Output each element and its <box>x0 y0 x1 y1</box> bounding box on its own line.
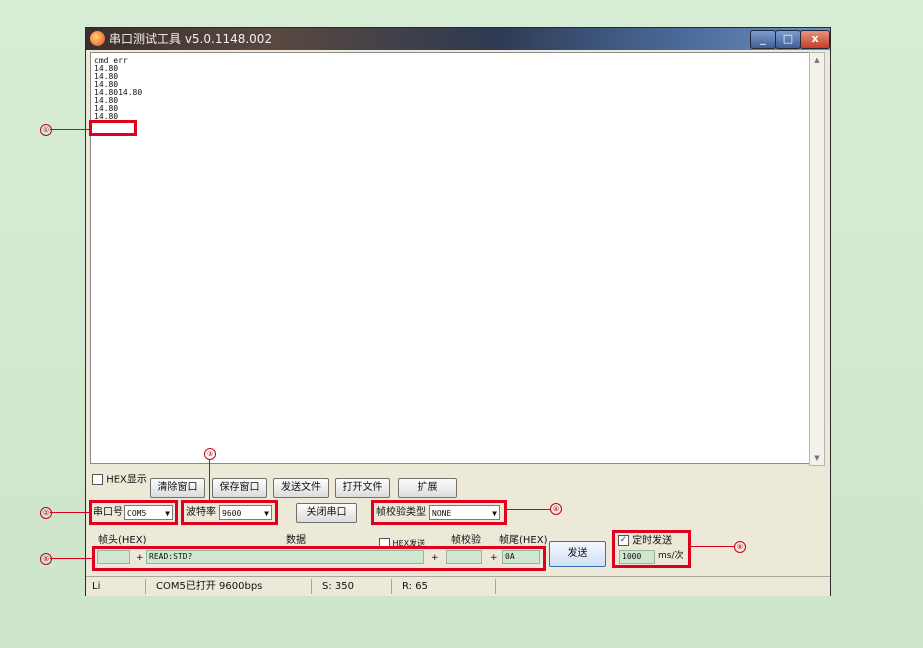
callout-line-6 <box>691 546 734 547</box>
open-file-button[interactable]: 打开文件 <box>335 478 390 498</box>
port-status: COM5已打开 9600bps <box>152 579 312 594</box>
hex-display-toggle[interactable]: HEX显示 <box>92 474 147 487</box>
receive-output-area[interactable]: cmd err 14.80 14.80 14.80 14.8014.80 14.… <box>90 52 811 464</box>
output-scrollbar[interactable]: ▲ ▼ <box>809 52 825 466</box>
close-button[interactable]: x <box>800 30 830 49</box>
callout-line-1 <box>50 129 89 130</box>
received-count: R: 65 <box>398 579 496 594</box>
highlight-box-6 <box>612 530 691 568</box>
maximize-button[interactable]: □ <box>775 30 801 49</box>
minimize-button[interactable]: _ <box>750 30 776 49</box>
scroll-up-arrow-icon[interactable]: ▲ <box>810 53 824 67</box>
highlight-box-5 <box>92 546 546 571</box>
highlight-box-3 <box>181 500 278 525</box>
clear-window-button[interactable]: 清除窗口 <box>150 478 205 498</box>
marker-2: ② <box>40 507 52 519</box>
window-title: 串口测试工具 v5.0.1148.002 <box>109 32 273 46</box>
marker-5: ⑤ <box>40 553 52 565</box>
scroll-down-arrow-icon[interactable]: ▼ <box>810 451 824 465</box>
output-lines: cmd err 14.80 14.80 14.80 14.8014.80 14.… <box>94 57 142 121</box>
callout-line-5 <box>50 558 92 559</box>
status-left: Li <box>88 579 146 594</box>
save-window-button[interactable]: 保存窗口 <box>212 478 267 498</box>
callout-line-3 <box>209 459 210 500</box>
hex-display-checkbox[interactable] <box>92 474 103 485</box>
marker-4: ④ <box>550 503 562 515</box>
send-button[interactable]: 发送 <box>549 541 606 567</box>
callout-line-2 <box>50 512 89 513</box>
close-port-button[interactable]: 关闭串口 <box>296 503 357 523</box>
callout-line-4 <box>507 509 550 510</box>
title-bar[interactable]: 串口测试工具 v5.0.1148.002 _ □ x <box>86 28 830 50</box>
app-icon <box>90 31 105 46</box>
hex-display-label: HEX显示 <box>106 474 147 486</box>
send-file-button[interactable]: 发送文件 <box>273 478 329 498</box>
status-bar: Li COM5已打开 9600bps S: 350 R: 65 <box>86 576 830 596</box>
marker-1: ① <box>40 124 52 136</box>
highlight-box-4 <box>371 500 507 525</box>
marker-3: ③ <box>204 448 216 460</box>
highlight-box-1 <box>89 120 137 136</box>
sent-count: S: 350 <box>318 579 392 594</box>
marker-6: ⑥ <box>734 541 746 553</box>
highlight-box-2 <box>89 500 178 525</box>
expand-button[interactable]: 扩展 <box>398 478 457 498</box>
